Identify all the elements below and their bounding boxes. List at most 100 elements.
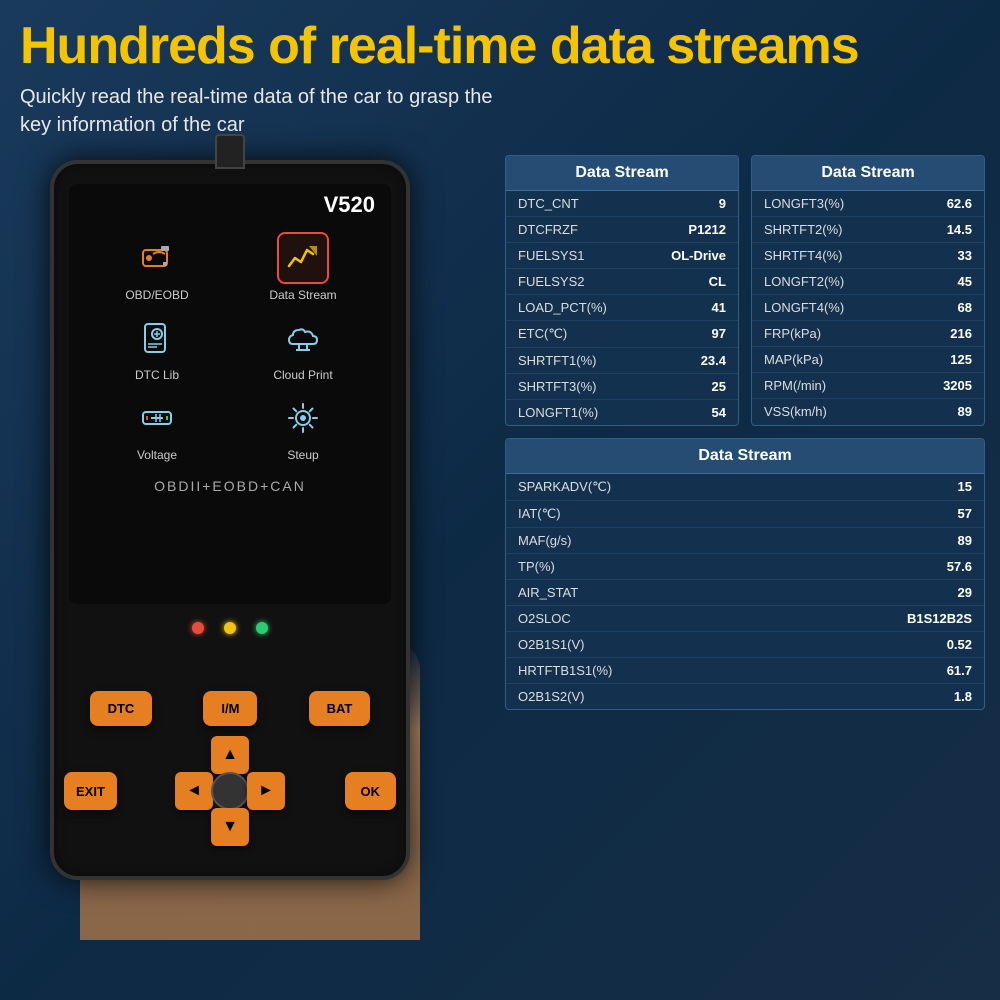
im-button[interactable]: I/M: [203, 691, 257, 726]
row-name: ETC(℃): [518, 326, 567, 342]
row-name: SPARKADV(℃): [518, 479, 611, 495]
table-row: LONGFT2(%)45: [752, 269, 984, 295]
ok-button[interactable]: OK: [345, 772, 397, 810]
device-screen: V520 OBD/EOBD: [69, 184, 391, 604]
row-name: SHRTFT4(%): [764, 248, 842, 263]
header-section: Hundreds of real-time data streams Quick…: [20, 18, 980, 139]
table-row: ETC(℃) 97: [506, 321, 738, 348]
row-value: 216: [950, 326, 972, 341]
table-row: SHRTFT4(%) 33: [752, 243, 984, 269]
row-name: LONGFT2(%): [764, 274, 844, 289]
row-value: 89: [958, 533, 972, 548]
row-value: 3205: [943, 378, 972, 393]
row-name: FUELSYS1: [518, 248, 584, 263]
cloudprint-label: Cloud Print: [273, 368, 332, 382]
led-row: [54, 622, 406, 634]
nav-left-button[interactable]: ◄: [175, 772, 213, 810]
page-subtitle: Quickly read the real-time data of the c…: [20, 83, 980, 139]
dtclib-icon: [139, 320, 175, 356]
nav-down-button[interactable]: ▼: [211, 808, 249, 846]
voltage-icon-container: [131, 392, 183, 444]
row-name: SHRTFT2(%): [764, 222, 842, 237]
table-row: LOAD_PCT(%)41: [506, 295, 738, 321]
data-table-3: Data Stream SPARKADV(℃)15IAT(℃)57MAF(g/s…: [505, 438, 985, 710]
table1-body: DTC_CNT9 DTCFRZF P1212 FUELSYS1 OL-Drive FUEL…: [506, 191, 738, 425]
row-name: FRP(kPa): [764, 326, 821, 341]
nav-right-button[interactable]: ►: [247, 772, 285, 810]
tables-top-row: Data Stream DTC_CNT9 DTCFRZF P1212 FUELSYS1…: [505, 155, 985, 426]
table-row: MAP(kPa)125: [752, 347, 984, 373]
obdii-label: OBDII+EOBD+CAN: [69, 472, 391, 500]
table-row: LONGFT4(%) 68: [752, 295, 984, 321]
menu-item-dtclib[interactable]: DTC Lib: [89, 312, 225, 382]
row-value: P1212: [688, 222, 726, 237]
table-row: SHRTFT2(%) 14.5: [752, 217, 984, 243]
table-row: O2SLOC B1S12B2S: [506, 606, 984, 632]
menu-item-voltage[interactable]: Voltage: [89, 392, 225, 462]
table-row: DTC_CNT9: [506, 191, 738, 217]
nav-center: [211, 772, 249, 810]
obd-icon-container: [131, 232, 183, 284]
device: V520 OBD/EOBD: [20, 160, 450, 940]
row-value: 25: [712, 379, 726, 394]
table-row: VSS(km/h)89: [752, 399, 984, 424]
steup-label: Steup: [287, 448, 318, 462]
device-connector: [215, 134, 245, 169]
row-name: O2B1S2(V): [518, 689, 584, 704]
row-value: CL: [709, 274, 726, 289]
exit-button[interactable]: EXIT: [64, 772, 117, 810]
obd-icon: [139, 240, 175, 276]
table-row: SHRTFT3(%) 25: [506, 374, 738, 400]
dtc-button[interactable]: DTC: [90, 691, 153, 726]
row-name: LOAD_PCT(%): [518, 300, 607, 315]
row-value: 97: [712, 326, 726, 342]
table2-header: Data Stream: [752, 156, 984, 191]
row-name: IAT(℃): [518, 506, 561, 522]
cloudprint-icon: [285, 320, 321, 356]
table-row: O2B1S2(V)1.8: [506, 684, 984, 709]
row-name: FUELSYS2: [518, 274, 584, 289]
menu-item-cloudprint[interactable]: Cloud Print: [235, 312, 371, 382]
table-row: RPM(/min)3205: [752, 373, 984, 399]
voltage-icon: [139, 400, 175, 436]
row-value: 89: [958, 404, 972, 419]
row-value: 62.6: [947, 196, 972, 211]
row-value: 23.4: [701, 353, 726, 368]
row-value: 15: [958, 479, 972, 495]
cloudprint-icon-container: [277, 312, 329, 364]
datastream-icon-container: [277, 232, 329, 284]
row-name: SHRTFT1(%): [518, 353, 596, 368]
table-row: FRP(kPa) 216: [752, 321, 984, 347]
table2-body: LONGFT3(%)62.6 SHRTFT2(%) 14.5 SHRTFT4(%) 33…: [752, 191, 984, 424]
row-value: 14.5: [947, 222, 972, 237]
row-name: DTCFRZF: [518, 222, 578, 237]
table-row: LONGFT3(%)62.6: [752, 191, 984, 217]
buttons-area: DTC I/M BAT EXIT ▲ ◄ ► ▼ OK: [64, 691, 396, 846]
menu-item-datastream[interactable]: Data Stream: [235, 232, 371, 302]
led-red: [192, 622, 204, 634]
table-row: SPARKADV(℃) 15: [506, 474, 984, 501]
row-name: O2SLOC: [518, 611, 571, 626]
table3-body: SPARKADV(℃)15IAT(℃)57MAF(g/s)89TP(%)57.6…: [506, 474, 984, 709]
row-name: HRTFTB1S1(%): [518, 663, 612, 678]
dtclib-icon-container: [131, 312, 183, 364]
voltage-label: Voltage: [137, 448, 177, 462]
row-name: SHRTFT3(%): [518, 379, 596, 394]
table-row: TP(%)57.6: [506, 554, 984, 580]
led-yellow: [224, 622, 236, 634]
menu-item-obd[interactable]: OBD/EOBD: [89, 232, 225, 302]
row-value: 68: [958, 300, 972, 315]
page-title: Hundreds of real-time data streams: [20, 18, 980, 75]
bat-button[interactable]: BAT: [309, 691, 371, 726]
row-name: LONGFT4(%): [764, 300, 844, 315]
nav-up-button[interactable]: ▲: [211, 736, 249, 774]
device-model: V520: [69, 184, 391, 222]
steup-icon: [285, 400, 321, 436]
menu-item-steup[interactable]: Steup: [235, 392, 371, 462]
row-value: OL-Drive: [671, 248, 726, 263]
row-value: 33: [958, 248, 972, 263]
row-value: B1S12B2S: [907, 611, 972, 626]
row-value: 29: [958, 585, 972, 600]
data-table-2: Data Stream LONGFT3(%)62.6 SHRTFT2(%) 14.5…: [751, 155, 985, 426]
device-body: V520 OBD/EOBD: [50, 160, 410, 880]
